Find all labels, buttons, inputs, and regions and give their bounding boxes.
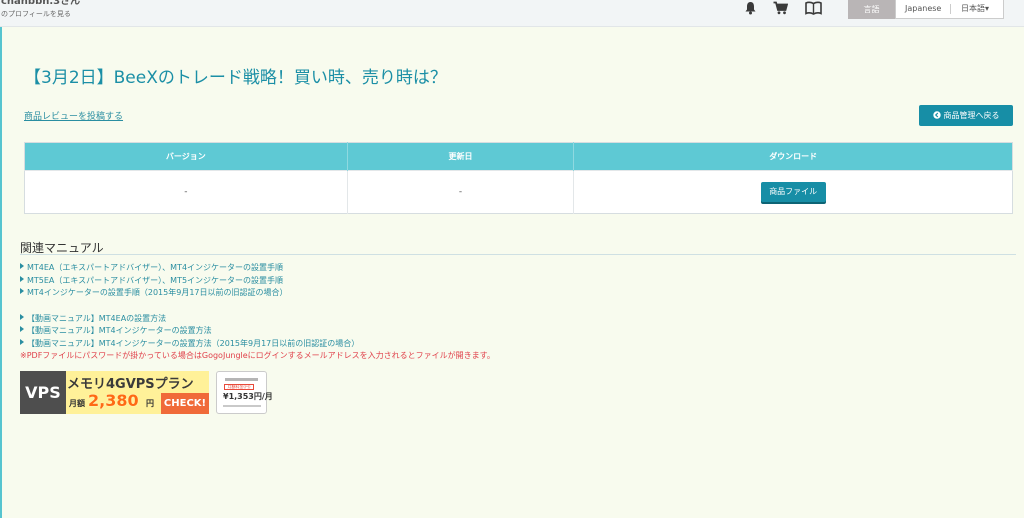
- post-review-link[interactable]: 商品レビューを投稿する: [24, 109, 123, 122]
- triangle-right-icon: [20, 326, 24, 332]
- manual-link[interactable]: MT4EA（エキスパートアドバイザー）、MT4インジケーターの設置手順: [20, 262, 495, 275]
- triangle-right-icon: [20, 275, 24, 282]
- vps-yen-label: 円: [146, 399, 154, 408]
- back-button-label: 商品管理へ戻る: [943, 111, 1000, 120]
- user-block[interactable]: chanbbn.3さん のプロフィールを見る: [1, 0, 80, 19]
- column-header-updated: 更新日: [347, 142, 575, 171]
- table-row: - - 商品ファイル: [24, 170, 1013, 214]
- column-header-download: ダウンロード: [573, 142, 1013, 171]
- triangle-right-icon: [20, 263, 24, 269]
- pdf-password-note: ※PDFファイルにパスワードが掛かっている場合はGogoJungleにログインす…: [20, 351, 495, 360]
- manual-link[interactable]: MT4インジケーターの設置手順（2015年9月17日以前の旧認証の場合）: [20, 287, 495, 300]
- table-header-row: バージョン 更新日 ダウンロード: [24, 142, 1013, 171]
- triangle-right-icon: [20, 313, 24, 320]
- language-select-dropdown[interactable]: 日本語▾: [961, 0, 989, 18]
- book-icon[interactable]: [805, 1, 822, 15]
- manual-list: MT4EA（エキスパートアドバイザー）、MT4インジケーターの設置手順 MT5E…: [20, 262, 495, 362]
- profile-link[interactable]: のプロフィールを見る: [1, 9, 80, 19]
- language-option-japanese[interactable]: Japanese: [905, 0, 941, 18]
- promo-banner[interactable]: 月額料金(円) ¥1,353円/月: [216, 371, 273, 414]
- product-file-table: バージョン 更新日 ダウンロード - - 商品ファイル: [24, 142, 1013, 214]
- triangle-right-icon: [20, 338, 24, 345]
- vps-price: 2,380: [88, 391, 139, 410]
- language-divider: [950, 4, 951, 14]
- version-cell: -: [24, 170, 348, 214]
- left-accent-border: [0, 0, 2, 518]
- promo-price: ¥1,353円/月: [223, 392, 273, 401]
- vps-plan-name: メモリ4GVPSプラン: [67, 377, 194, 392]
- username[interactable]: chanbbn.3さん: [1, 0, 80, 8]
- column-header-version: バージョン: [24, 142, 348, 171]
- back-to-product-management-button[interactable]: 商品管理へ戻る: [919, 105, 1013, 126]
- triangle-right-icon: [20, 288, 24, 294]
- page-title: 【3月2日】BeeXのトレード戦略！買い時、売り時は？: [24, 68, 447, 88]
- cart-icon[interactable]: [773, 1, 788, 15]
- section-divider: [20, 254, 1016, 255]
- vps-logo: VPS: [20, 371, 66, 414]
- promo-tag: 月額料金(円): [224, 384, 254, 390]
- promo-header-bar: [225, 378, 258, 381]
- manual-link[interactable]: 【動画マニュアル】MT4EAの設置方法: [20, 313, 495, 326]
- updated-cell: -: [347, 170, 575, 214]
- download-cell: 商品ファイル: [573, 170, 1013, 214]
- vps-monthly-label: 月額: [69, 399, 85, 408]
- manual-link[interactable]: 【動画マニュアル】MT4インジケーターの設置方法: [20, 325, 495, 338]
- promo-footer-bar: [223, 405, 261, 407]
- bell-icon[interactable]: [744, 1, 757, 15]
- product-file-button[interactable]: 商品ファイル: [760, 182, 826, 202]
- top-bar: chanbbn.3さん のプロフィールを見る 言語 Japanese 日本語▾: [0, 0, 1024, 27]
- circle-arrow-left-icon: [932, 110, 941, 121]
- vps-plan-banner[interactable]: VPS メモリ4GVPSプラン 月額 2,380 円 CHECK!: [20, 371, 209, 414]
- language-switcher: Japanese 日本語▾: [895, 0, 1004, 19]
- manual-link[interactable]: MT5EA（エキスパートアドバイザー）、MT5インジケーターの設置手順: [20, 275, 495, 288]
- language-label: 言語: [848, 0, 895, 19]
- manual-link[interactable]: 【動画マニュアル】MT4インジケーターの設置方法（2015年9月17日以前の旧認…: [20, 338, 495, 351]
- vps-check-label: CHECK!: [161, 393, 209, 414]
